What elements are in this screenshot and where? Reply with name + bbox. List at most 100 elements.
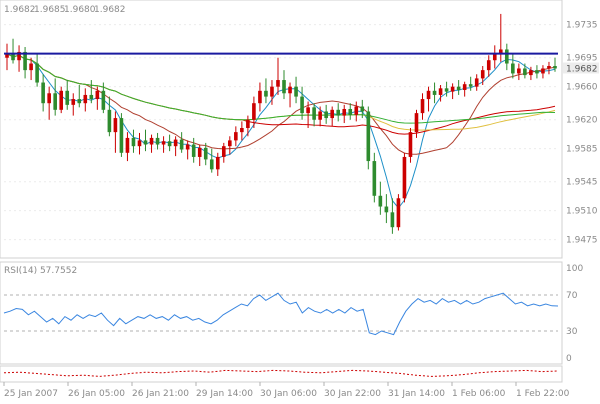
time-tick-label: 25 Jan 2007 [4,389,58,399]
candle-body [137,140,142,147]
candle-body [83,94,88,104]
candle-body [179,139,184,150]
candle-body [306,107,310,114]
candle-body [209,159,214,170]
candle [366,106,371,170]
candle-body [330,109,334,119]
candle-body [450,86,455,92]
time-axis: 25 Jan 2007 26 Jan 05:00 26 Jan 21:00 29 Ja… [3,382,570,399]
candle-body [119,118,124,153]
candle-body [505,49,509,64]
candle-body [131,137,136,147]
candle-body [113,118,118,133]
price-tick-label: 1.9695 [566,54,598,64]
candle [402,152,407,203]
candle-body [35,63,39,83]
candle-body [354,106,359,115]
chart-window: 1.9735 1.9695 1.9660 1.9620 1.9585 1.9545 1.95… [0,0,600,400]
candle-body [486,60,491,71]
header-value-high: 1.9685 [34,5,66,15]
candle-body [185,144,190,150]
candle-body [384,206,389,213]
candle-body [408,132,413,157]
candle-body [23,51,27,71]
candle-body [348,108,353,115]
candle-body [125,137,130,153]
candle-body [258,90,262,104]
candle-body [65,90,70,105]
time-tick-label: 26 Jan 21:00 [132,389,189,399]
rsi-tick-label: 0 [566,354,572,364]
rsi-axis: 100 70 30 0 [566,264,583,364]
candle-body [553,66,557,69]
candle-body [378,195,383,207]
candle-body [264,90,268,97]
candle-body [547,66,551,69]
candle-body [288,86,292,94]
candle-body [541,68,545,74]
candle-body [414,113,419,133]
candle [396,194,401,231]
candle-body [161,141,166,145]
header-value-close: 1.9682 [94,5,126,15]
price-tick-label: 1.9660 [566,83,598,93]
candle-body [95,90,100,100]
time-tick-label: 30 Jan 06:00 [260,389,317,399]
candle-body [107,109,112,133]
chart-svg: 1.9735 1.9695 1.9660 1.9620 1.9585 1.9545 1.95… [0,0,599,399]
candle-body [456,86,461,90]
current-price-label: 1.9682 [566,64,598,74]
candle-body [215,156,220,170]
candle-body [432,90,437,95]
header-value-open: 1.9682 [4,5,36,15]
candle-body [53,93,57,110]
candle-body [101,90,106,110]
candle-body [59,90,64,110]
candle-body [89,94,94,100]
time-tick-label: 1 Feb 22:00 [516,389,570,399]
candle-body [360,106,365,112]
candle-body [396,198,401,228]
candle-body [234,132,238,141]
candle-body [228,140,232,147]
rsi-tick-label: 30 [566,327,578,337]
price-panel [0,0,563,259]
candle-body [246,119,250,128]
time-tick-label: 30 Jan 22:00 [324,389,381,399]
candle-body [342,108,347,116]
candle-body [155,137,160,145]
price-axis: 1.9735 1.9695 1.9660 1.9620 1.9585 1.9545 1.95… [566,21,598,246]
candle-body [71,99,76,105]
time-tick-label: 31 Jan 14:00 [388,389,445,399]
candle-body [390,212,395,228]
candle-body [523,68,527,76]
candle-body [191,144,196,157]
candle-body [438,88,443,95]
candle-body [29,63,33,71]
candle-body [294,86,298,97]
candle-body [300,96,304,114]
candle-body [77,99,82,104]
candle-body [366,111,371,162]
candle-body [480,70,485,79]
candle-body [167,141,172,147]
candle-body [221,146,226,157]
candle-body [173,139,178,147]
price-tick-label: 1.9510 [566,207,598,217]
price-tick-label: 1.9475 [566,236,598,246]
rsi-tick-label: 70 [566,291,578,301]
candle-body [474,78,479,87]
candle-body [336,109,341,116]
candle-body [529,70,533,76]
oscillator-panel [0,365,563,383]
rsi-tick-label: 100 [566,264,583,274]
candle-body [312,107,316,120]
price-tick-label: 1.9620 [566,116,598,126]
candle-body [318,111,322,120]
candle-body [444,88,449,92]
candle-body [203,147,208,160]
candle [119,113,124,157]
time-tick-label: 1 Feb 06:00 [452,389,506,399]
candle-body [426,90,431,100]
candle-body [197,147,202,157]
